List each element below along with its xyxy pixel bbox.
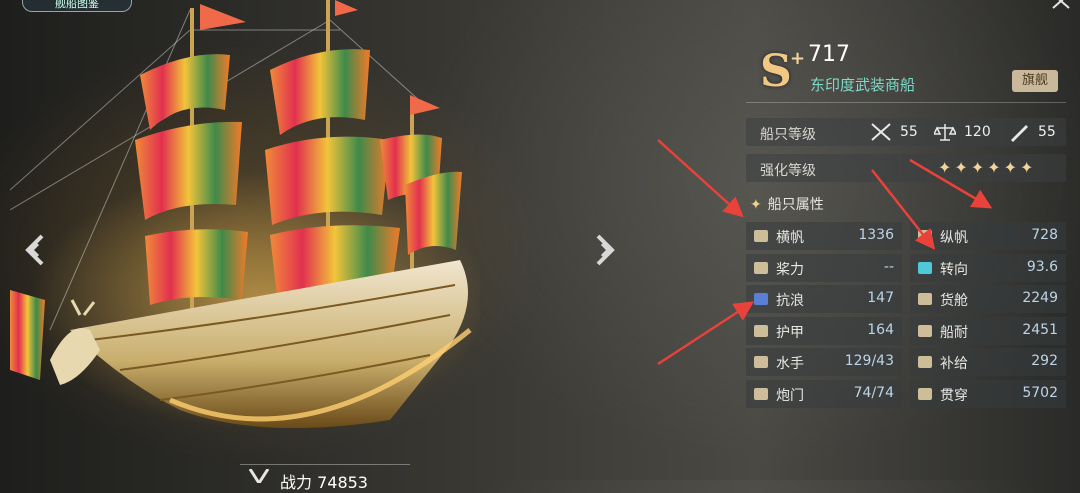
stat-value: 292 bbox=[1031, 353, 1058, 369]
stat-name: 贯穿 bbox=[940, 387, 968, 404]
attributes-title: ✦ 船只属性 bbox=[750, 194, 824, 214]
divider bbox=[746, 102, 1066, 103]
quill-icon bbox=[1011, 125, 1028, 142]
stat-value: 74/74 bbox=[853, 384, 894, 401]
rank-letter: S bbox=[760, 46, 792, 97]
ship-info-panel: S + 717 东印度武装商船 旗舰 船只等级 55 120 55 强化等级 ✦… bbox=[746, 38, 1066, 488]
stat-name: 护甲 bbox=[776, 324, 804, 341]
stat-name: 炮门 bbox=[776, 387, 804, 404]
stat-row-left-3: 护甲 164 bbox=[746, 316, 902, 345]
stat-row-left-2: 抗浪 147 bbox=[746, 285, 902, 313]
stat-value: 129/43 bbox=[844, 353, 894, 369]
power-icon bbox=[248, 469, 270, 483]
supply-icon bbox=[918, 356, 932, 368]
attributes-title-label: 船只属性 bbox=[767, 197, 824, 213]
rank-plus: + bbox=[790, 48, 806, 69]
balance-level-value: 120 bbox=[964, 124, 991, 140]
stat-row-left-5: 炮门 74/74 bbox=[746, 379, 902, 408]
next-ship-arrow-icon[interactable] bbox=[592, 232, 618, 268]
stat-name: 桨力 bbox=[776, 261, 804, 278]
stat-row-right-1: 转向 93.6 bbox=[910, 253, 1066, 282]
ship-name: 东印度武装商船 bbox=[810, 76, 916, 94]
stat-name: 补给 bbox=[940, 356, 968, 372]
speed-level-value: 55 bbox=[1038, 124, 1056, 140]
ship-illustration bbox=[10, 0, 480, 430]
stat-row-right-2: 货舱 2249 bbox=[910, 285, 1066, 313]
rank-badge: S + bbox=[750, 44, 808, 96]
stat-name: 转向 bbox=[940, 261, 968, 278]
pierce-icon bbox=[918, 387, 932, 400]
stat-row-right-3: 船耐 2451 bbox=[910, 316, 1066, 345]
hull-icon bbox=[918, 324, 932, 337]
stat-name: 横帆 bbox=[776, 230, 804, 246]
stat-name: 水手 bbox=[776, 356, 804, 372]
barrel-icon bbox=[918, 293, 932, 305]
enhance-stars: ✦✦✦✦✦✦ bbox=[938, 158, 1037, 177]
stat-row-right-4: 补给 292 bbox=[910, 348, 1066, 376]
turn-icon bbox=[918, 261, 932, 274]
scroll-icon bbox=[754, 230, 768, 242]
flagship-label: 旗舰 bbox=[1021, 73, 1048, 88]
stat-name: 抗浪 bbox=[776, 293, 804, 309]
stat-name: 船耐 bbox=[940, 324, 968, 341]
oar-icon bbox=[754, 261, 768, 274]
stat-value: 2451 bbox=[1022, 321, 1058, 338]
stat-row-right-0: 纵帆 728 bbox=[910, 222, 1066, 250]
flagship-badge: 旗舰 bbox=[1012, 70, 1058, 92]
combat-power-bar: 战力 74853 bbox=[240, 464, 410, 492]
stat-value: -- bbox=[883, 258, 894, 275]
stat-value: 147 bbox=[867, 290, 894, 306]
stat-row-right-5: 贯穿 5702 bbox=[910, 379, 1066, 408]
stat-value: 5702 bbox=[1022, 384, 1058, 401]
stat-value: 728 bbox=[1031, 227, 1058, 243]
stat-row-left-4: 水手 129/43 bbox=[746, 348, 902, 376]
ship-level-label: 船只等级 bbox=[760, 127, 816, 143]
stat-value: 93.6 bbox=[1026, 258, 1058, 275]
wave-icon bbox=[754, 293, 768, 305]
enhance-level-label: 强化等级 bbox=[760, 163, 816, 179]
sparkle-icon: ✦ bbox=[750, 197, 762, 213]
enhance-level-row: 强化等级 ✦✦✦✦✦✦ bbox=[746, 154, 1066, 182]
attack-level-value: 55 bbox=[900, 124, 918, 140]
scale-icon bbox=[934, 124, 956, 141]
sailor-icon bbox=[754, 356, 768, 368]
stat-value: 2249 bbox=[1022, 290, 1058, 306]
stat-value: 1336 bbox=[858, 227, 894, 243]
crossed-swords-icon bbox=[871, 123, 891, 141]
stat-name: 货舱 bbox=[940, 293, 968, 309]
stat-row-left-0: 横帆 1336 bbox=[746, 222, 902, 250]
close-icon[interactable] bbox=[1050, 0, 1072, 10]
cannon-icon bbox=[754, 387, 768, 400]
combat-power-label: 战力 74853 bbox=[280, 473, 368, 492]
armor-icon bbox=[754, 324, 768, 337]
ship-level-row: 船只等级 55 120 55 bbox=[746, 118, 1066, 146]
ship-score: 717 bbox=[808, 42, 850, 67]
fore-aft-sail-icon bbox=[918, 230, 932, 242]
stat-row-left-1: 桨力 -- bbox=[746, 253, 902, 282]
stat-value: 164 bbox=[867, 321, 894, 338]
stat-name: 纵帆 bbox=[940, 230, 968, 246]
